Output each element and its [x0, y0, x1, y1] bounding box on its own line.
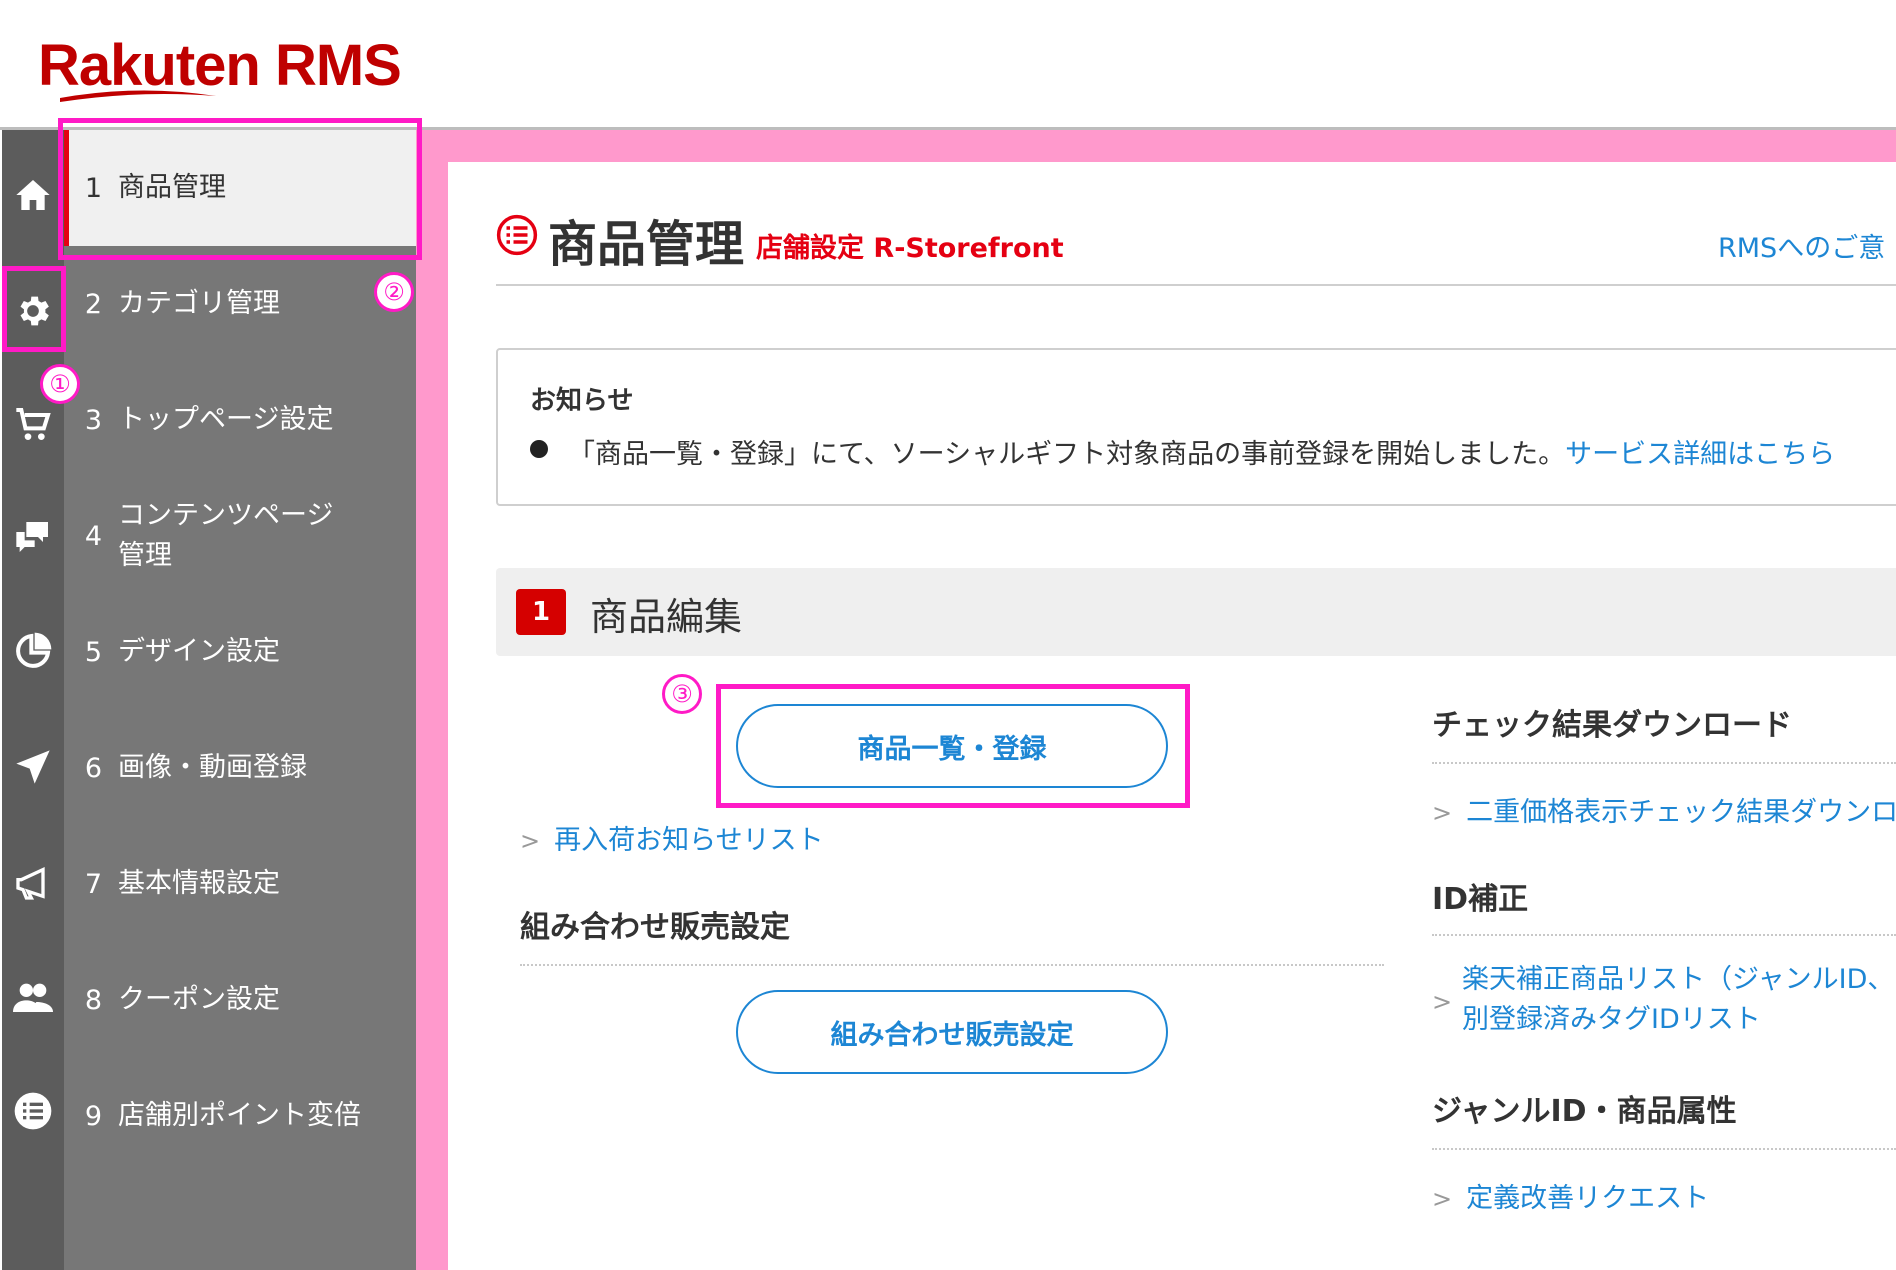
dotted-divider	[1432, 934, 1896, 936]
dotted-divider	[1432, 762, 1896, 764]
rakuten-rms-logo: Rakuten RMS	[38, 28, 402, 108]
menu-item-number: 6	[84, 752, 102, 784]
check-result-heading: チェック結果ダウンロード	[1432, 708, 1792, 743]
highlight-box-menu-item	[58, 118, 422, 260]
menu-item-label: カテゴリ管理	[118, 288, 280, 319]
list-circle-icon	[496, 214, 538, 256]
definition-request-link[interactable]: > 定義改善リクエスト	[1432, 1176, 1709, 1215]
menu-item-design[interactable]: 5 デザイン設定	[64, 594, 416, 710]
logo-swoosh-icon	[60, 90, 216, 102]
chevron-right-icon: >	[1432, 799, 1453, 827]
definition-link-label: 定義改善リクエスト	[1466, 1183, 1710, 1214]
menu-item-number: 8	[84, 984, 102, 1016]
sidebar-menu: 1 商品管理 2 カテゴリ管理 3 トップページ設定 4 コンテンツページ 管理…	[64, 130, 416, 1270]
menu-item-number: 9	[84, 1100, 102, 1132]
megaphone-icon[interactable]	[10, 860, 56, 906]
menu-item-media[interactable]: 6 画像・動画登録	[64, 710, 416, 826]
combo-sales-heading: 組み合わせ販売設定	[520, 910, 790, 945]
highlight-box-product-button	[716, 684, 1190, 808]
menu-item-label: 基本情報設定	[118, 868, 280, 899]
menu-item-category-management[interactable]: 2 カテゴリ管理	[64, 246, 416, 362]
service-detail-link[interactable]: サービス詳細はこちら	[1565, 439, 1835, 470]
check-link-label: 二重価格表示チェック結果ダウンロ	[1466, 797, 1896, 828]
id-link-line1: 楽天補正商品リスト（ジャンルID、	[1462, 964, 1895, 995]
highlight-box-gear	[2, 266, 66, 352]
menu-item-label: 画像・動画登録	[118, 752, 307, 783]
home-icon[interactable]	[10, 172, 56, 218]
menu-item-number: 7	[84, 868, 102, 900]
menu-item-number: 5	[84, 636, 102, 668]
step-1-marker: ①	[40, 364, 80, 404]
menu-item-label: トップページ設定	[118, 404, 334, 435]
chat-icon[interactable]	[10, 514, 56, 560]
menu-item-number: 4	[84, 520, 102, 552]
combo-sales-button[interactable]: 組み合わせ販売設定	[736, 990, 1168, 1074]
chevron-right-icon: >	[1432, 988, 1453, 1016]
page-title: 商品管理	[548, 216, 745, 273]
menu-item-content-page[interactable]: 4 コンテンツページ 管理	[64, 478, 416, 594]
restock-link-label: 再入荷お知らせリスト	[554, 825, 824, 856]
bullet-icon	[530, 440, 548, 458]
chevron-right-icon: >	[520, 827, 541, 855]
step-2-marker: ②	[374, 272, 414, 312]
cart-icon[interactable]	[10, 402, 56, 448]
notice-box	[496, 348, 1896, 506]
people-icon[interactable]	[10, 974, 56, 1020]
feedback-link[interactable]: RMSへのご意	[1718, 226, 1885, 265]
menu-item-coupon[interactable]: 8 クーポン設定	[64, 942, 416, 1058]
list-icon[interactable]	[10, 1088, 56, 1134]
menu-item-number: 3	[84, 404, 102, 436]
section-number-badge: 1	[516, 589, 566, 635]
step-3-marker: ③	[662, 674, 702, 714]
pink-frame-left	[416, 130, 448, 1270]
notice-title: お知らせ	[530, 386, 634, 416]
chevron-right-icon: >	[1432, 1185, 1453, 1213]
pie-chart-icon[interactable]	[10, 628, 56, 674]
title-divider	[496, 284, 1896, 286]
dotted-divider	[520, 964, 1384, 966]
section-title: 商品編集	[590, 595, 743, 639]
dotted-divider	[1432, 1148, 1896, 1150]
double-price-check-link[interactable]: > 二重価格表示チェック結果ダウンロ	[1432, 790, 1896, 829]
menu-item-label: 店舗別ポイント変倍	[118, 1100, 361, 1131]
notice-text: 「商品一覧・登録」にて、ソーシャルギフト対象商品の事前登録を開始しました。サービ…	[568, 432, 1835, 471]
menu-item-number: 2	[84, 288, 102, 320]
menu-item-label: コンテンツページ 管理	[118, 500, 334, 571]
paper-plane-icon[interactable]	[10, 744, 56, 790]
pink-frame-top	[416, 130, 1896, 162]
id-link-line2: 別登録済みタグIDリスト	[1462, 1004, 1761, 1035]
menu-item-label: デザイン設定	[118, 636, 280, 667]
menu-item-top-page[interactable]: 3 トップページ設定	[64, 362, 416, 478]
id-correction-list-link[interactable]: > 楽天補正商品リスト（ジャンルID、 別登録済みタグIDリスト	[1432, 960, 1894, 1040]
menu-item-label: クーポン設定	[118, 984, 280, 1015]
id-correction-heading: ID補正	[1432, 882, 1529, 917]
page-subtitle: 店舗設定 R-Storefront	[756, 233, 1064, 264]
menu-item-point[interactable]: 9 店舗別ポイント変倍	[64, 1058, 416, 1174]
notice-message: 「商品一覧・登録」にて、ソーシャルギフト対象商品の事前登録を開始しました。	[568, 439, 1566, 470]
menu-item-basic-info[interactable]: 7 基本情報設定	[64, 826, 416, 942]
restock-notice-list-link[interactable]: > 再入荷お知らせリスト	[520, 818, 824, 857]
genre-id-heading: ジャンルID・商品属性	[1432, 1094, 1737, 1129]
